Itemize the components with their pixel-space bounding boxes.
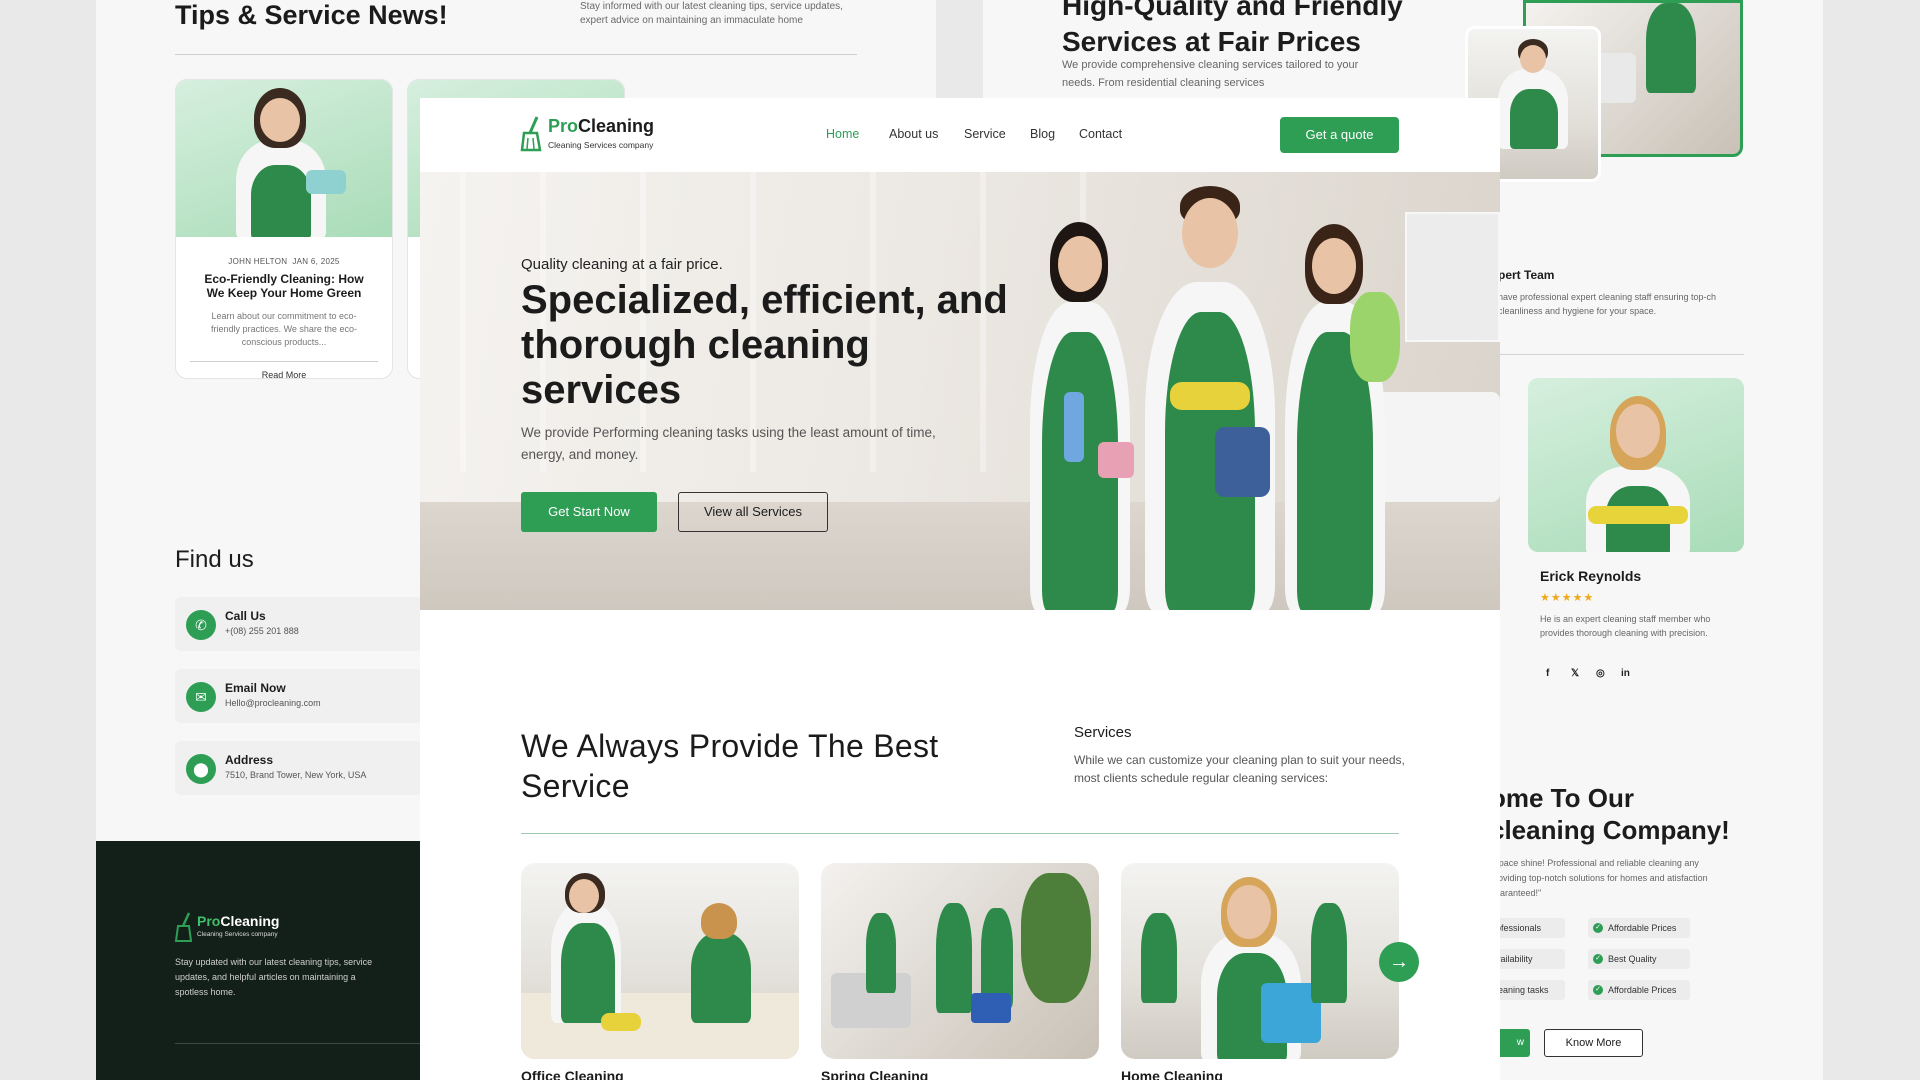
feature-chip: ✓ Affordable Prices [1588, 980, 1690, 1000]
welcome-text: ' space shine! Professional and reliable… [1490, 858, 1708, 898]
logo-name: ProCleaning [548, 116, 654, 137]
member-name: Erick Reynolds [1540, 568, 1642, 584]
contact-value: 7510, Brand Tower, New York, USA [225, 770, 367, 780]
service-card-home[interactable] [1121, 863, 1399, 1059]
service-card-spring[interactable] [821, 863, 1099, 1059]
check-icon: ✓ [1593, 985, 1603, 995]
hero-tagline: Quality cleaning at a fair price. [521, 256, 723, 273]
know-more-button[interactable]: Know More [1544, 1029, 1643, 1057]
nav-blog[interactable]: Blog [1030, 127, 1055, 141]
blog-meta: JOHN HELTON JAN 6, 2025 [176, 257, 392, 266]
feature-chip: leaning tasks [1490, 980, 1565, 1000]
service-title-home[interactable]: Home Cleaning [1121, 1068, 1223, 1080]
footer-divider [175, 1043, 425, 1044]
nav-home[interactable]: Home [826, 127, 859, 141]
hero-description: We provide Performing cleaning tasks usi… [521, 425, 936, 462]
feature-chip: ✓ Affordable Prices [1588, 918, 1690, 938]
read-more-link[interactable]: Read More [176, 370, 392, 378]
right-subtitle: We provide comprehensive cleaning servic… [1062, 59, 1359, 89]
blog-card[interactable]: JOHN HELTON JAN 6, 2025 Eco-Friendly Cle… [175, 79, 393, 379]
contact-email[interactable]: ✉ Email Now Hello@procleaning.com [175, 669, 425, 723]
get-quote-button[interactable]: Get a quote [1280, 117, 1399, 153]
get-started-button[interactable]: Get Start Now [521, 492, 657, 532]
location-icon: ⬤ [186, 754, 216, 784]
find-us-title: Find us [175, 546, 254, 573]
contact-address[interactable]: ⬤ Address 7510, Brand Tower, New York, U… [175, 741, 425, 795]
feature-label: Best Quality [1608, 954, 1657, 964]
footer-tagline: Cleaning Services company [197, 931, 278, 938]
top-navigation: ProCleaning Cleaning Services company Ho… [420, 98, 1500, 172]
logo-pro: Pro [548, 116, 579, 136]
welcome-line2: cleaning Company! [1490, 815, 1730, 845]
news-section-title: Tips & Service News! [175, 0, 448, 30]
blog-divider [190, 361, 378, 362]
service-title-spring[interactable]: Spring Cleaning [821, 1068, 928, 1080]
rating-stars: ★★★★★ [1540, 592, 1595, 604]
member-photo [1528, 378, 1744, 552]
welcome-line1: ome To Our [1490, 783, 1634, 813]
blog-card-image [176, 80, 392, 237]
next-arrow-button[interactable]: → [1379, 942, 1419, 982]
blog-date: JAN 6, 2025 [292, 257, 340, 266]
check-icon: ✓ [1593, 923, 1603, 933]
team-text: have professional expert cleaning staff … [1498, 292, 1716, 316]
x-twitter-icon[interactable]: 𝕏 [1571, 668, 1579, 679]
blog-excerpt: Learn about our commitment to eco-friend… [211, 311, 357, 347]
services-label: Services [1074, 724, 1132, 741]
wall-art [1405, 212, 1500, 342]
contact-label: Email Now [225, 681, 286, 695]
service-card-office[interactable] [521, 863, 799, 1059]
linkedin-icon[interactable]: in [1621, 668, 1630, 679]
services-description: While we can customize your cleaning pla… [1074, 753, 1405, 785]
contact-call[interactable]: ✆ Call Us +(08) 255 201 888 [175, 597, 425, 651]
contact-label: Call Us [225, 609, 266, 623]
service-title-office[interactable]: Office Cleaning [521, 1068, 624, 1080]
services-divider [521, 833, 1399, 834]
feature-chip: ✓ Best Quality [1588, 949, 1690, 969]
check-icon: ✓ [1593, 954, 1603, 964]
footer-brand-rest: Cleaning [220, 913, 280, 929]
main-page: ProCleaning Cleaning Services company Ho… [420, 98, 1500, 1080]
footer-brand-pro: Pro [197, 913, 221, 929]
blog-author: JOHN HELTON [228, 257, 288, 266]
contact-value: +(08) 255 201 888 [225, 626, 299, 636]
facebook-icon[interactable]: f [1546, 668, 1549, 679]
services-heading: We Always Provide The Best Service [521, 728, 939, 804]
nav-service[interactable]: Service [964, 127, 1006, 141]
logo-rest: Cleaning [578, 116, 655, 136]
right-heading-line1: High-Quality and Friendly [1062, 0, 1403, 21]
feature-chip: vailability [1490, 949, 1565, 969]
contact-value: Hello@procleaning.com [225, 698, 321, 708]
feature-label: Affordable Prices [1608, 923, 1677, 933]
right-heading-line2: Services at Fair Prices [1062, 26, 1361, 57]
broom-icon [520, 116, 542, 152]
phone-icon: ✆ [186, 610, 216, 640]
view-all-services-button[interactable]: View all Services [678, 492, 828, 532]
contact-label: Address [225, 753, 274, 767]
footer-text: Stay updated with our latest cleaning ti… [175, 957, 373, 997]
instagram-icon[interactable]: ◎ [1596, 668, 1605, 679]
feature-label: Affordable Prices [1608, 985, 1677, 995]
hero-section: Quality cleaning at a fair price. Specia… [420, 172, 1500, 610]
member-description: He is an expert cleaning staff member wh… [1540, 614, 1711, 638]
hero-title: Specialized, efficient, and thorough cle… [521, 278, 1008, 412]
feature-chip: ofessionals [1490, 918, 1565, 938]
mail-icon: ✉ [186, 682, 216, 712]
welcome-heading: ome To Our cleaning Company! [1490, 782, 1730, 846]
team-divider [1498, 354, 1744, 355]
team-title: pert Team [1498, 268, 1555, 282]
logo-tagline: Cleaning Services company [548, 140, 654, 150]
nav-about[interactable]: About us [889, 127, 938, 141]
broom-icon [175, 912, 193, 942]
right-heading: High-Quality and Friendly Services at Fa… [1062, 0, 1403, 60]
blog-title[interactable]: Eco-Friendly Cleaning: How We Keep Your … [176, 266, 392, 300]
news-section-subtitle: Stay informed with our latest cleaning t… [580, 1, 843, 26]
cleaning-team-photo [1020, 182, 1400, 610]
news-divider [175, 54, 857, 55]
nav-contact[interactable]: Contact [1079, 127, 1122, 141]
